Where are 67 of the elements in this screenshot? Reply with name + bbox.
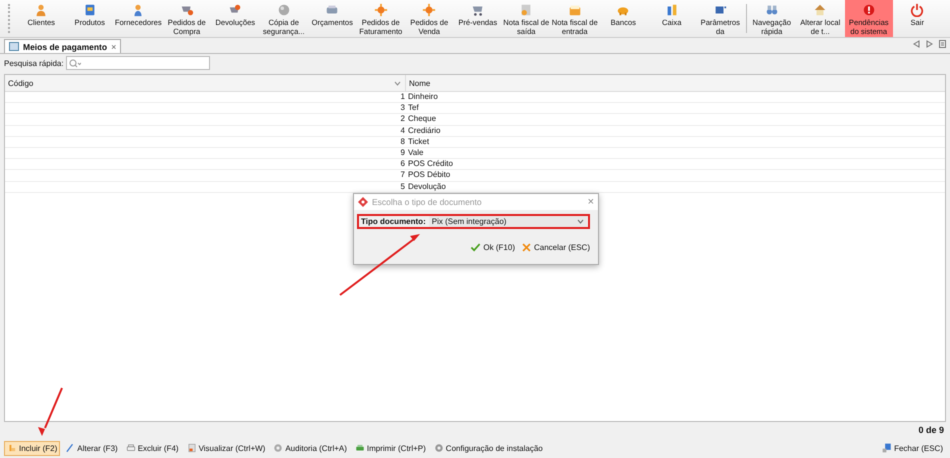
document-icon bbox=[82, 3, 97, 17]
action-button[interactable]: Imprimir (Ctrl+P) bbox=[352, 440, 429, 456]
action-button[interactable]: Auditoria (Ctrl+A) bbox=[270, 440, 350, 456]
document-type-dropdown[interactable]: Pix (Sem integração) bbox=[428, 216, 587, 227]
list-icon[interactable] bbox=[939, 40, 946, 48]
table-cell-text: 2 bbox=[400, 114, 406, 125]
table-cell-text: 8 bbox=[400, 136, 406, 147]
close-icon[interactable]: × bbox=[111, 42, 116, 52]
dialog-button[interactable]: Cancelar (ESC) bbox=[520, 242, 590, 253]
person-icon bbox=[34, 3, 48, 17]
table-cell-text: 6 bbox=[400, 159, 406, 170]
folder-icon bbox=[568, 3, 582, 17]
action-button[interactable]: Visualizar (Ctrl+W) bbox=[184, 440, 268, 456]
record-count: 0 de 9 bbox=[917, 424, 945, 437]
pencil-icon bbox=[65, 443, 76, 453]
table-cell-text: Ticket bbox=[407, 136, 430, 147]
search-label: Pesquisa rápida: bbox=[4, 58, 64, 68]
chevron-icon[interactable] bbox=[394, 80, 401, 86]
table-cell-text: POS Débito bbox=[407, 170, 450, 180]
search-icon bbox=[68, 58, 81, 68]
printer-icon bbox=[126, 443, 136, 453]
table-cell-text: Devolução bbox=[407, 182, 446, 192]
column-header[interactable]: Código bbox=[5, 75, 406, 91]
left-arrow-icon[interactable] bbox=[913, 40, 920, 48]
annotation-arrow bbox=[38, 388, 63, 436]
sun-icon bbox=[422, 3, 436, 17]
tab[interactable]: Meios de pagamento × bbox=[4, 39, 122, 53]
right-arrow-icon[interactable] bbox=[926, 40, 933, 48]
bars-icon bbox=[664, 3, 679, 17]
globe-icon bbox=[276, 3, 291, 17]
table-cell-text: Cheque bbox=[407, 114, 436, 125]
dialog-title: Escolha o tipo de documento bbox=[372, 197, 483, 207]
app-logo-icon bbox=[358, 197, 368, 207]
action-button[interactable]: Incluir (F2) bbox=[4, 440, 60, 456]
window-icon bbox=[9, 42, 19, 51]
chevron-icon bbox=[577, 219, 584, 224]
house-icon bbox=[813, 3, 828, 17]
field-label: Tipo documento: bbox=[361, 217, 426, 226]
search-field[interactable] bbox=[66, 56, 210, 70]
table-cell-text: Vale bbox=[407, 148, 424, 158]
table-cell-text: 3 bbox=[400, 103, 406, 114]
table-cell-text: Dinheiro bbox=[407, 92, 438, 102]
table-cell-text: Tef bbox=[407, 103, 419, 114]
printer-icon bbox=[354, 443, 365, 453]
warning-icon bbox=[862, 3, 876, 17]
table-cell-text: Crediário bbox=[407, 126, 440, 136]
door-icon bbox=[882, 443, 892, 453]
table-cell-text: 5 bbox=[400, 182, 406, 192]
action-button[interactable]: Configuração de instalação bbox=[430, 440, 546, 456]
action-button[interactable]: Alterar (F3) bbox=[62, 440, 121, 456]
table-cell-text: 9 bbox=[400, 148, 406, 158]
dialog-button[interactable]: Ok (F10) bbox=[470, 242, 515, 253]
power-icon bbox=[910, 3, 924, 17]
sun-icon bbox=[374, 3, 388, 17]
table-cell-text: 1 bbox=[400, 92, 406, 102]
table-cell-text: 4 bbox=[400, 126, 406, 136]
check-icon bbox=[470, 242, 482, 253]
table-cell-text: POS Crédito bbox=[407, 159, 453, 170]
document-icon bbox=[186, 443, 197, 453]
action-button[interactable]: Excluir (F4) bbox=[122, 440, 182, 456]
close-icon[interactable]: × bbox=[588, 196, 594, 208]
binoculars-icon bbox=[764, 3, 779, 17]
column-header[interactable]: Nome bbox=[406, 75, 430, 91]
document-icon bbox=[519, 3, 534, 17]
close-button[interactable]: Fechar (ESC) bbox=[879, 440, 946, 456]
table-cell-text: 7 bbox=[400, 170, 406, 180]
cross-icon bbox=[520, 242, 532, 253]
